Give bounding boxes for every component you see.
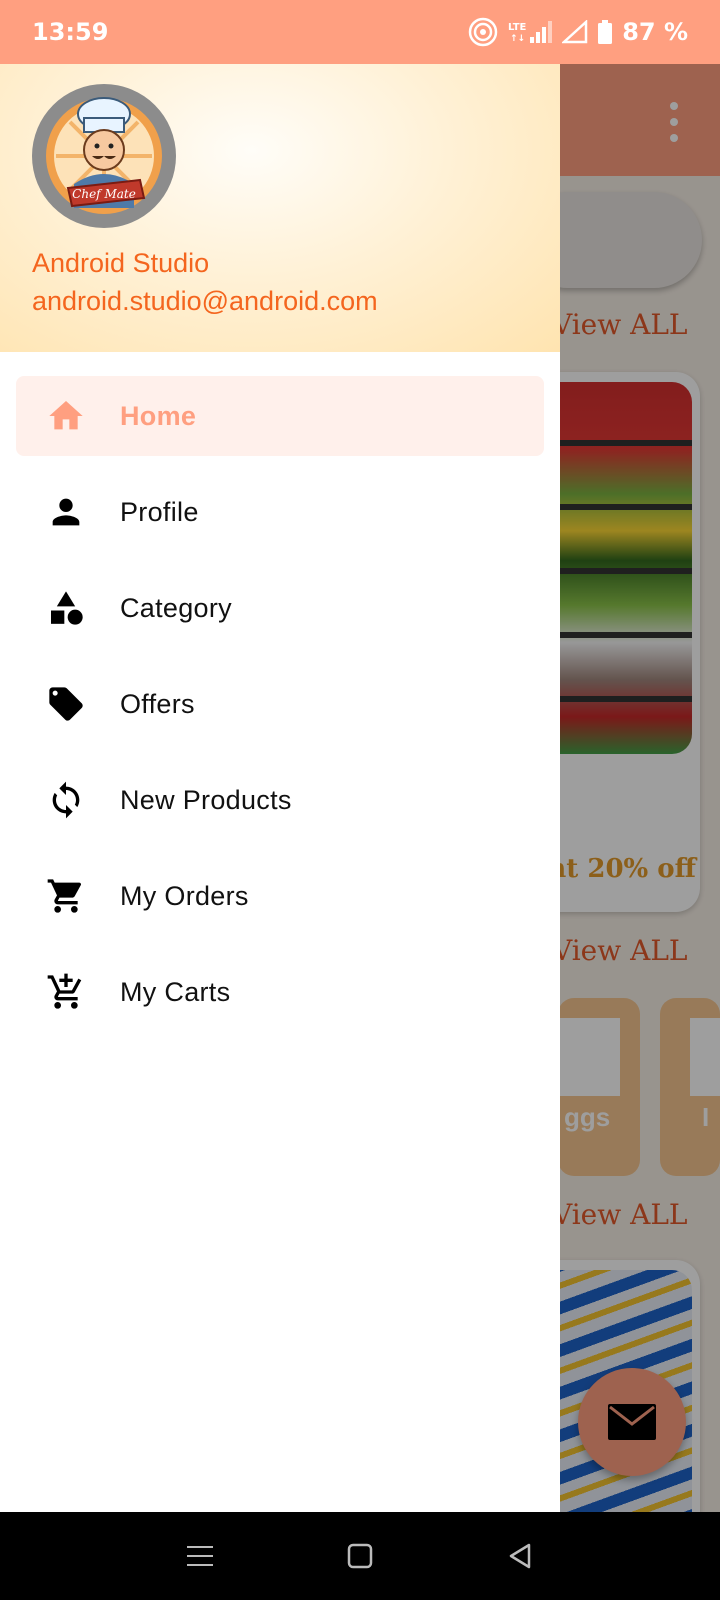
add-cart-icon — [46, 972, 86, 1012]
cart-icon — [46, 876, 86, 916]
user-name: Android Studio — [32, 248, 210, 278]
recent-apps-button[interactable] — [180, 1536, 220, 1576]
square-icon — [347, 1543, 373, 1569]
tag-icon — [46, 684, 86, 724]
hotspot-icon — [468, 17, 498, 47]
menu-item-offers[interactable]: Offers — [16, 664, 544, 744]
status-bar: 13:59 LTE ↑↓ 87 % — [0, 0, 720, 64]
lte-signal-icon: LTE ↑↓ — [508, 21, 553, 44]
menu-item-new-products[interactable]: New Products — [16, 760, 544, 840]
home-icon — [46, 396, 86, 436]
svg-text:↑↓: ↑↓ — [510, 34, 525, 44]
svg-text:LTE: LTE — [508, 22, 527, 33]
navigation-drawer: Chef Mate Android Studio android.studio@… — [0, 64, 560, 1512]
status-icons: LTE ↑↓ 87 % — [468, 17, 688, 47]
menu-item-my-carts[interactable]: My Carts — [16, 952, 544, 1032]
back-triangle-icon — [509, 1543, 531, 1569]
battery-icon — [598, 20, 613, 44]
back-button[interactable] — [500, 1536, 540, 1576]
menu-item-label: My Orders — [120, 880, 249, 911]
menu-item-category[interactable]: Category — [16, 568, 544, 648]
chef-avatar-icon: Chef Mate — [46, 97, 162, 214]
menu-item-label: Offers — [120, 688, 195, 719]
chef-mate-logo[interactable]: Chef Mate — [32, 84, 176, 228]
status-time: 13:59 — [32, 18, 109, 46]
svg-text:Chef Mate: Chef Mate — [72, 187, 136, 201]
signal-icon — [562, 20, 588, 44]
system-navigation-bar — [0, 1512, 720, 1600]
drawer-header: Chef Mate Android Studio android.studio@… — [0, 64, 560, 352]
refresh-icon — [46, 780, 86, 820]
battery-level: 87 % — [622, 18, 688, 46]
menu-item-profile[interactable]: Profile — [16, 472, 544, 552]
menu-item-label: Home — [120, 400, 197, 431]
user-email: android.studio@android.com — [32, 286, 378, 316]
menu-item-my-orders[interactable]: My Orders — [16, 856, 544, 936]
person-icon — [46, 492, 86, 532]
menu-item-label: My Carts — [120, 976, 231, 1007]
menu-item-label: Profile — [120, 496, 199, 527]
menu-item-label: New Products — [120, 784, 292, 815]
home-button[interactable] — [340, 1536, 380, 1576]
menu-lines-icon — [187, 1546, 213, 1566]
drawer-menu: Home Profile Category Offers New Product… — [16, 376, 544, 1048]
category-icon — [46, 588, 86, 628]
menu-item-label: Category — [120, 592, 232, 623]
menu-item-home[interactable]: Home — [16, 376, 544, 456]
